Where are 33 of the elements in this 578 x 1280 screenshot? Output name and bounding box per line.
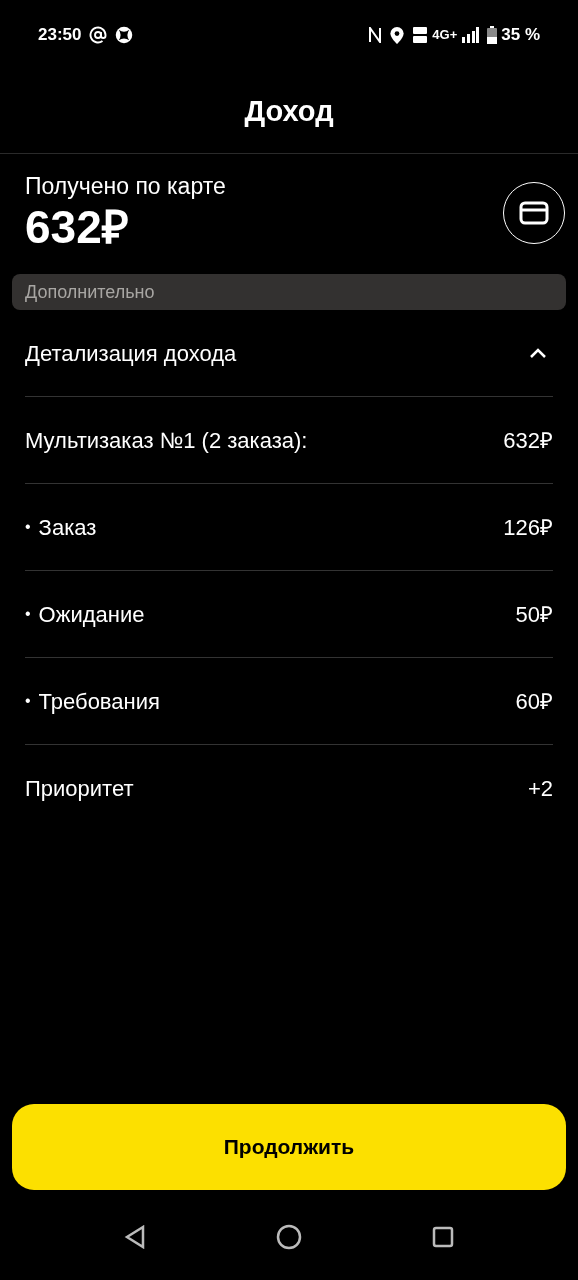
detail-label: Требования (38, 687, 161, 716)
continue-button[interactable]: Продолжить (12, 1104, 566, 1190)
section-header: Дополнительно (12, 274, 566, 310)
nfc-icon (368, 27, 383, 43)
card-icon (519, 201, 549, 225)
bullet: • (25, 604, 31, 624)
bullet: • (25, 517, 31, 537)
bullet: • (25, 691, 31, 711)
page-title: Доход (244, 93, 334, 129)
summary-label: Получено по карте (25, 172, 227, 200)
network-type: 4G+ (432, 26, 458, 45)
signal-icon (461, 27, 480, 43)
detail-label: Приоритет (25, 775, 135, 803)
detail-label: Ожидание (38, 600, 146, 629)
battery-level: 35 % (501, 24, 540, 47)
detail-label: Мультизаказ №1 (2 заказа): (25, 426, 309, 455)
detail-value: 632₽ (503, 426, 553, 455)
recents-icon[interactable] (432, 1226, 454, 1248)
details-toggle[interactable]: Детализация дохода (25, 310, 553, 397)
detail-value: +2 (527, 775, 553, 803)
location-icon (390, 26, 405, 44)
chevron-icon (529, 347, 547, 359)
back-icon[interactable] (124, 1225, 146, 1249)
at-icon (89, 26, 108, 44)
detail-label: Заказ (38, 513, 98, 542)
summary-amount: 632₽ (25, 200, 130, 254)
detail-value: 60₽ (515, 687, 553, 716)
battery-icon (487, 26, 498, 44)
detail-value: 126₽ (503, 513, 553, 542)
status-time: 23:50 (38, 24, 82, 47)
home-icon[interactable] (276, 1224, 302, 1250)
app-notification-icon (115, 26, 134, 44)
detail-value: 50₽ (515, 600, 553, 629)
